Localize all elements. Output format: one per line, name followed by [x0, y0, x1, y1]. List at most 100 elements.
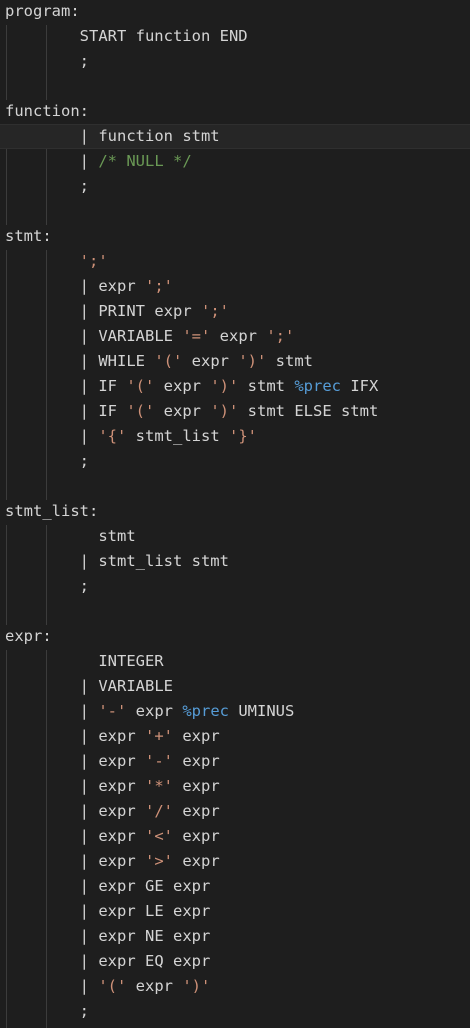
code-token-default: IF [98, 402, 127, 420]
code-token-default: expr: [5, 627, 52, 645]
code-line[interactable]: | '(' expr ')' [0, 974, 211, 999]
code-token-bar: | [5, 427, 99, 445]
code-token-keyword: %prec [182, 702, 229, 720]
code-token-default: expr [173, 802, 220, 820]
code-token-default: IF [98, 377, 127, 395]
code-token-string: ')' [182, 977, 211, 995]
code-line[interactable] [0, 599, 5, 624]
code-token-comment: /* NULL */ [98, 152, 192, 170]
code-line[interactable]: | /* NULL */ [0, 149, 192, 174]
code-token-default: WHILE [98, 352, 155, 370]
code-line[interactable]: ';' [0, 249, 108, 274]
code-token-default: expr [210, 327, 267, 345]
code-token-default: expr [98, 852, 145, 870]
code-line[interactable]: | IF '(' expr ')' stmt %prec IFX [0, 374, 379, 399]
code-line[interactable]: | '{' stmt_list '}' [0, 424, 257, 449]
code-line[interactable]: | expr '*' expr [0, 774, 220, 799]
code-line[interactable]: | WHILE '(' expr ')' stmt [0, 349, 313, 374]
code-token-default: expr [98, 752, 145, 770]
code-token-default: stmt_list: [5, 502, 99, 520]
code-token-bar: | [5, 927, 99, 945]
code-line[interactable] [0, 199, 5, 224]
code-token-default: stmt [5, 527, 136, 545]
code-line[interactable]: stmt [0, 524, 136, 549]
code-token-default: START function END [5, 27, 248, 45]
code-token-string: ';' [200, 302, 229, 320]
code-token-bar: | [5, 377, 99, 395]
code-token-default: program: [5, 2, 80, 20]
code-token-string: ')' [238, 352, 267, 370]
code-line[interactable]: | expr '-' expr [0, 749, 220, 774]
code-token-string: '=' [182, 327, 211, 345]
code-line[interactable]: | expr GE expr [0, 874, 211, 899]
code-line[interactable]: ; [0, 574, 89, 599]
code-line[interactable]: expr: [0, 624, 52, 649]
code-line[interactable]: | expr EQ expr [0, 949, 211, 974]
code-line[interactable]: | stmt_list stmt [0, 549, 229, 574]
code-token-bar: | [5, 752, 99, 770]
code-line[interactable]: | expr '<' expr [0, 824, 220, 849]
code-token-default: expr [173, 777, 220, 795]
code-token-default: IFX [341, 377, 379, 395]
code-token-string: '-' [98, 702, 127, 720]
code-line[interactable]: | expr NE expr [0, 924, 211, 949]
code-token-string: '-' [145, 752, 173, 770]
code-editor[interactable]: program: START function END ; function: |… [0, 0, 470, 1028]
code-token-bar: | [5, 327, 99, 345]
code-line[interactable]: INTEGER [0, 649, 164, 674]
code-line[interactable]: | expr ';' [0, 274, 173, 299]
code-token-string: ';' [145, 277, 173, 295]
code-line[interactable] [0, 474, 5, 499]
code-line[interactable]: | VARIABLE [0, 674, 173, 699]
code-token-default: stmt_list stmt [98, 552, 229, 570]
code-line[interactable]: | expr '>' expr [0, 849, 220, 874]
code-line[interactable]: ; [0, 49, 89, 74]
code-token-bar: | [5, 277, 99, 295]
code-token-default: PRINT expr [98, 302, 201, 320]
code-line[interactable]: program: [0, 0, 80, 24]
code-line[interactable]: START function END [0, 24, 248, 49]
code-token-bar: | [5, 702, 99, 720]
code-line[interactable] [0, 74, 5, 99]
code-line[interactable]: | expr '+' expr [0, 724, 220, 749]
code-token-default: expr NE expr [98, 927, 211, 945]
code-line[interactable]: | IF '(' expr ')' stmt ELSE stmt [0, 399, 379, 424]
code-token-default: expr [98, 802, 145, 820]
code-token-bar: | [5, 352, 99, 370]
code-token-string: '(' [98, 977, 127, 995]
code-line[interactable]: stmt: [0, 224, 52, 249]
code-line[interactable]: | function stmt [0, 124, 470, 149]
code-line[interactable]: ; [0, 449, 89, 474]
code-line[interactable]: | VARIABLE '=' expr ';' [0, 324, 295, 349]
code-line[interactable]: ; [0, 999, 89, 1024]
code-token-default: expr [182, 352, 239, 370]
code-token-string: '(' [126, 377, 155, 395]
code-line[interactable]: | expr '/' expr [0, 799, 220, 824]
code-token-bar: | [5, 152, 99, 170]
code-token-default: expr [173, 752, 220, 770]
code-token-string: ')' [210, 377, 239, 395]
code-line[interactable]: ; [0, 174, 89, 199]
code-line[interactable]: | PRINT expr ';' [0, 299, 229, 324]
code-token-bar: | [5, 977, 99, 995]
code-token-default: INTEGER [5, 652, 164, 670]
code-line[interactable]: stmt_list: [0, 499, 98, 524]
code-token-keyword: %prec [294, 377, 341, 395]
code-line[interactable]: | expr LE expr [0, 899, 211, 924]
code-token-default: expr [126, 702, 183, 720]
code-token-bar: | [5, 952, 99, 970]
code-token-string: '/' [145, 802, 173, 820]
code-line[interactable]: | '-' expr %prec UMINUS [0, 699, 295, 724]
code-token-default: stmt [238, 377, 295, 395]
code-token-default: expr [98, 827, 145, 845]
code-line[interactable]: function: [0, 99, 89, 124]
code-token-default: ; [5, 52, 89, 70]
code-token-default: expr [154, 377, 211, 395]
code-token-string: '<' [145, 827, 173, 845]
code-token-string: ';' [266, 327, 295, 345]
code-token-default: expr [98, 727, 145, 745]
code-token-default: expr LE expr [98, 902, 211, 920]
code-token-default: stmt: [5, 227, 52, 245]
code-token-bar: | [5, 402, 99, 420]
code-token-default: ; [5, 177, 89, 195]
